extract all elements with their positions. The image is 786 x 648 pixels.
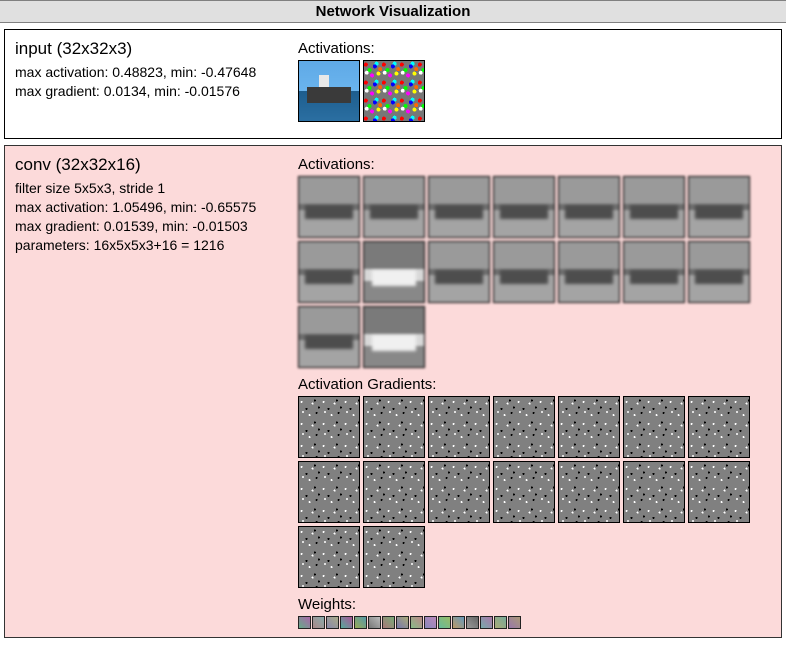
activation-thumb[interactable] (688, 241, 750, 303)
layer-stat: max gradient: 0.0134, min: -0.01576 (15, 82, 290, 101)
gradient-thumb[interactable] (493, 461, 555, 523)
layer-stat: max activation: 0.48823, min: -0.47648 (15, 63, 290, 82)
gradient-thumb[interactable] (688, 461, 750, 523)
weight-thumb[interactable] (368, 616, 381, 629)
activations-label: Activations: (298, 40, 773, 57)
layer-vis-input: Activations: (298, 38, 773, 130)
conv-weights (298, 616, 773, 629)
weights-label: Weights: (298, 596, 773, 613)
gradient-thumb[interactable] (363, 396, 425, 458)
input-activations (298, 60, 773, 122)
weight-thumb[interactable] (354, 616, 367, 629)
activation-thumb[interactable] (363, 241, 425, 303)
gradient-thumb[interactable] (688, 396, 750, 458)
activation-thumb[interactable] (428, 241, 490, 303)
weight-thumb[interactable] (312, 616, 325, 629)
activation-thumb[interactable] (298, 176, 360, 238)
layer-panel-conv: conv (32x32x16) filter size 5x5x3, strid… (4, 145, 782, 638)
weight-thumb[interactable] (466, 616, 479, 629)
conv-gradients (298, 396, 773, 588)
activation-thumb[interactable] (363, 60, 425, 122)
activation-thumb[interactable] (298, 241, 360, 303)
gradient-thumb[interactable] (363, 526, 425, 588)
activations-label: Activations: (298, 156, 773, 173)
weight-thumb[interactable] (438, 616, 451, 629)
activation-thumb[interactable] (688, 176, 750, 238)
activation-thumb[interactable] (298, 306, 360, 368)
title-bar: Network Visualization (0, 0, 786, 23)
activation-thumb[interactable] (363, 306, 425, 368)
weight-thumb[interactable] (396, 616, 409, 629)
layer-info-conv: conv (32x32x16) filter size 5x5x3, strid… (15, 154, 290, 255)
weight-thumb[interactable] (340, 616, 353, 629)
gradients-label: Activation Gradients: (298, 376, 773, 393)
layer-stat: parameters: 16x5x5x3+16 = 1216 (15, 236, 290, 255)
layer-heading-input: input (32x32x3) (15, 38, 290, 61)
weight-thumb[interactable] (494, 616, 507, 629)
activation-thumb[interactable] (623, 176, 685, 238)
layer-panel-input: input (32x32x3) max activation: 0.48823,… (4, 29, 782, 139)
gradient-thumb[interactable] (428, 461, 490, 523)
activation-thumb[interactable] (428, 176, 490, 238)
activation-thumb[interactable] (493, 176, 555, 238)
gradient-thumb[interactable] (558, 396, 620, 458)
gradient-thumb[interactable] (558, 461, 620, 523)
weight-thumb[interactable] (508, 616, 521, 629)
gradient-thumb[interactable] (298, 526, 360, 588)
layer-stat: max gradient: 0.01539, min: -0.01503 (15, 217, 290, 236)
weight-thumb[interactable] (298, 616, 311, 629)
activation-thumb[interactable] (298, 60, 360, 122)
weight-thumb[interactable] (326, 616, 339, 629)
weight-thumb[interactable] (382, 616, 395, 629)
layer-vis-conv: Activations: Activation Gradients: (298, 154, 773, 629)
gradient-thumb[interactable] (428, 396, 490, 458)
gradient-thumb[interactable] (623, 396, 685, 458)
activation-thumb[interactable] (623, 241, 685, 303)
weight-thumb[interactable] (452, 616, 465, 629)
conv-activations (298, 176, 773, 368)
weight-thumb[interactable] (480, 616, 493, 629)
gradient-thumb[interactable] (298, 396, 360, 458)
layer-info-input: input (32x32x3) max activation: 0.48823,… (15, 38, 290, 101)
gradient-thumb[interactable] (623, 461, 685, 523)
gradient-thumb[interactable] (298, 461, 360, 523)
activation-thumb[interactable] (363, 176, 425, 238)
activation-thumb[interactable] (558, 176, 620, 238)
gradient-thumb[interactable] (493, 396, 555, 458)
layer-stat: filter size 5x5x3, stride 1 (15, 179, 290, 198)
gradient-thumb[interactable] (363, 461, 425, 523)
page-title: Network Visualization (316, 3, 471, 20)
activation-thumb[interactable] (493, 241, 555, 303)
activation-thumb[interactable] (558, 241, 620, 303)
weight-thumb[interactable] (410, 616, 423, 629)
layer-stat: max activation: 1.05496, min: -0.65575 (15, 198, 290, 217)
weight-thumb[interactable] (424, 616, 437, 629)
layer-heading-conv: conv (32x32x16) (15, 154, 290, 177)
